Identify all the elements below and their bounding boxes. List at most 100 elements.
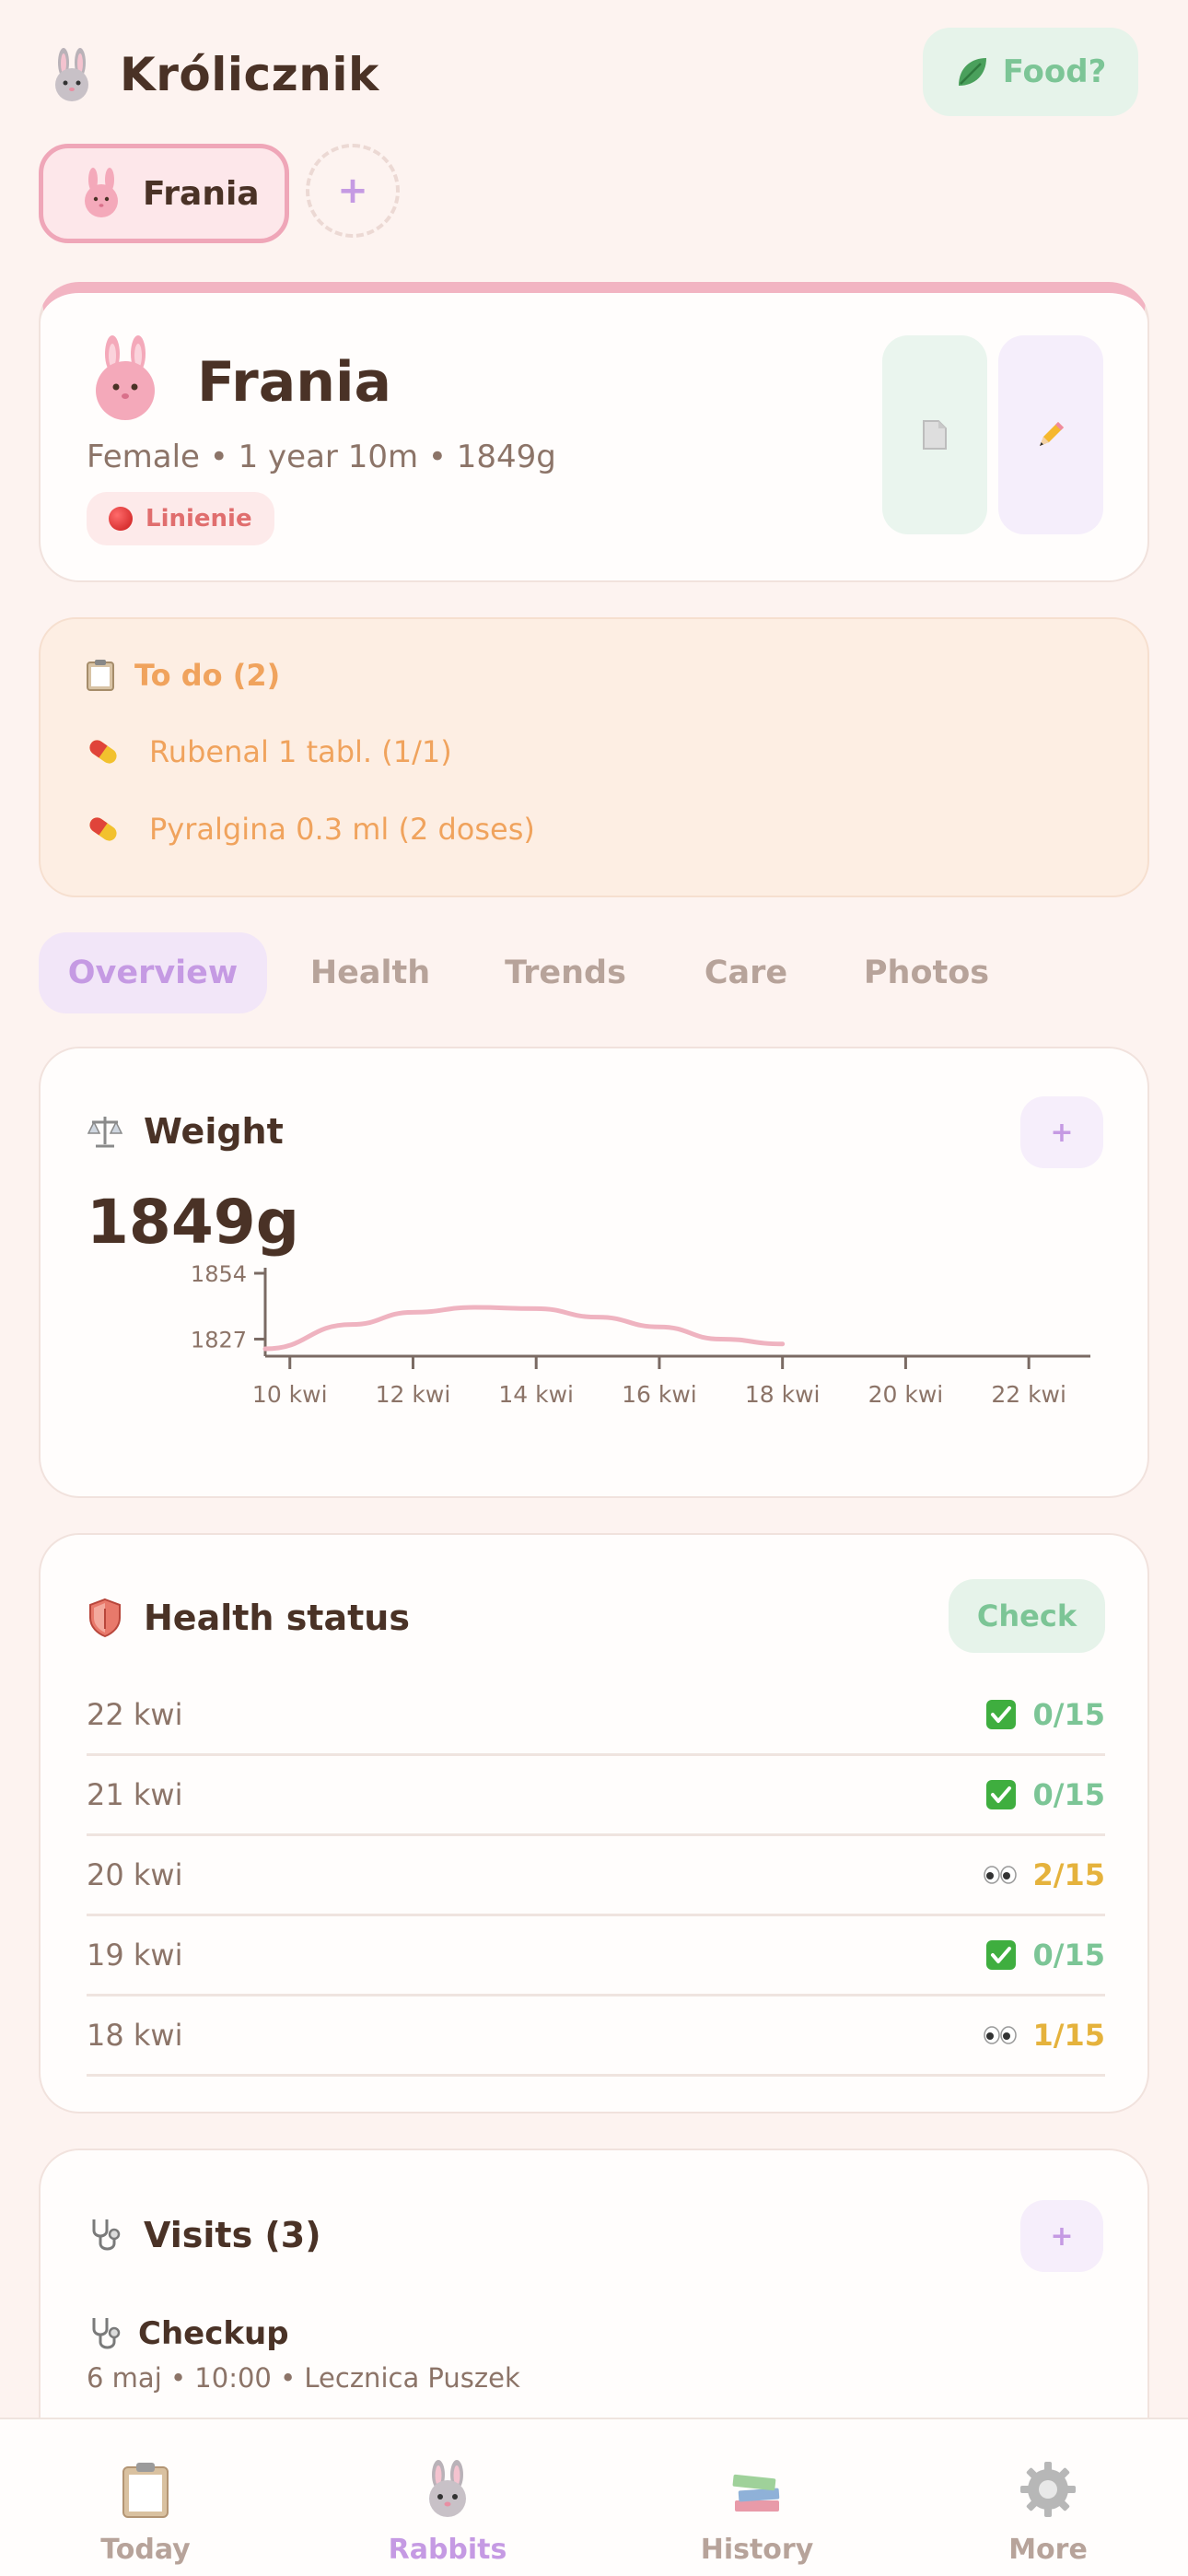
eyes-icon: [983, 1865, 1017, 1884]
weight-chart: 1827 1854 10 kwi 12 kwi 14 kwi 16 kwi 18 kwi 20…: [191, 1261, 1090, 1408]
checkbox-icon: [985, 1939, 1016, 1970]
nav-history[interactable]: History: [665, 2460, 849, 2566]
health-score-value: 1/15: [1032, 2017, 1105, 2053]
rabbit-meta: Female • 1 year 10m • 1849g: [87, 439, 556, 475]
check-button[interactable]: Check: [949, 1579, 1105, 1653]
add-visit-button[interactable]: +: [1020, 2200, 1103, 2272]
tab-care[interactable]: Care: [681, 932, 810, 1013]
nav-rabbits[interactable]: Rabbits: [355, 2460, 540, 2566]
stethoscope-icon: [92, 2219, 121, 2251]
bottom-nav: Today Rabbits History More: [0, 2418, 1188, 2576]
pill-icon: [89, 817, 117, 841]
app-title: Królicznik: [120, 48, 379, 101]
todo-header: To do (2): [85, 658, 280, 693]
x-tick-label: 18 kwi: [745, 1381, 821, 1408]
app-screen: Królicznik Food? Frania + Frania Female …: [0, 0, 1188, 2576]
tab-health[interactable]: Health: [297, 932, 444, 1013]
x-tick-label: 12 kwi: [376, 1381, 451, 1408]
document-icon: [923, 420, 947, 450]
y-tick-label: 1827: [191, 1327, 247, 1352]
health-row-date: 20 kwi: [87, 1856, 183, 1892]
health-card: Health status Check 22 kwi 0/15 21 kwi 0/15…: [39, 1533, 1149, 2113]
books-icon: [732, 2474, 780, 2512]
x-tick-label: 22 kwi: [991, 1381, 1066, 1408]
health-row[interactable]: 20 kwi 2/15: [87, 1835, 1105, 1916]
checkbox-icon: [985, 1699, 1016, 1729]
rabbit-icon: [85, 168, 118, 217]
health-row[interactable]: 18 kwi 1/15: [87, 1996, 1105, 2077]
visit-title-label: Checkup: [138, 2315, 289, 2352]
todo-item[interactable]: Pyralgina 0.3 ml (2 doses): [85, 811, 535, 848]
pill-icon: [89, 740, 117, 764]
rabbit-icon: [96, 335, 155, 420]
clipboard-icon: [122, 2463, 169, 2518]
health-row-date: 19 kwi: [87, 1937, 183, 1973]
visits-header: Visits (3): [87, 2215, 321, 2255]
health-row-score: 0/15: [985, 1777, 1105, 1812]
rabbit-chip-label: Frania: [143, 174, 260, 213]
health-row-date: 18 kwi: [87, 2017, 183, 2053]
x-tick-label: 14 kwi: [498, 1381, 574, 1408]
health-row-score: 0/15: [985, 1938, 1105, 1973]
tab-photos[interactable]: Photos: [853, 932, 1000, 1013]
health-row-score: 1/15: [983, 2017, 1105, 2053]
food-button[interactable]: Food?: [923, 28, 1138, 116]
red-circle-icon: [109, 507, 133, 531]
health-header: Health status: [87, 1598, 410, 1638]
visits-title: Visits (3): [144, 2215, 321, 2255]
health-score-value: 0/15: [1032, 1776, 1105, 1812]
rabbit-chip-frania[interactable]: Frania: [39, 144, 289, 243]
todo-item-label: Pyralgina 0.3 ml (2 doses): [149, 812, 535, 847]
todo-card: To do (2) Rubenal 1 tabl. (1/1) Pyralgin…: [39, 617, 1149, 897]
shield-icon: [89, 1598, 121, 1638]
clipboard-icon: [87, 660, 114, 691]
health-score-value: 0/15: [1032, 1696, 1105, 1732]
nav-history-label: History: [700, 2534, 814, 2566]
add-rabbit-button[interactable]: +: [306, 144, 400, 238]
eyes-icon: [983, 2025, 1017, 2044]
status-badge-label: Linienie: [146, 505, 252, 533]
weight-series-line: [262, 1305, 786, 1352]
x-tick-label: 16 kwi: [622, 1381, 697, 1408]
health-score-value: 0/15: [1032, 1937, 1105, 1973]
status-badge[interactable]: Linienie: [87, 492, 274, 545]
profile-card: Frania Female • 1 year 10m • 1849g Linie…: [39, 282, 1149, 582]
nav-today-label: Today: [100, 2534, 191, 2566]
tab-trends[interactable]: Trends: [492, 932, 639, 1013]
checkbox-icon: [985, 1779, 1016, 1809]
rabbit-name: Frania: [197, 350, 391, 415]
health-score-value: 2/15: [1032, 1856, 1105, 1892]
visit-item-meta: 6 maj • 10:00 • Lecznica Puszek: [87, 2362, 520, 2394]
x-tick-label: 10 kwi: [252, 1381, 328, 1408]
todo-item[interactable]: Rubenal 1 tabl. (1/1): [85, 733, 452, 770]
document-button[interactable]: [882, 335, 987, 534]
health-title: Health status: [144, 1598, 410, 1638]
pencil-icon: [1040, 422, 1064, 446]
health-row-score: 2/15: [983, 1856, 1105, 1892]
health-row[interactable]: 22 kwi 0/15: [87, 1675, 1105, 1756]
tab-overview[interactable]: Overview: [39, 932, 267, 1013]
nav-more[interactable]: More: [956, 2460, 1140, 2566]
rabbit-icon: [429, 2460, 466, 2517]
stethoscope-icon: [92, 2318, 121, 2349]
edit-button[interactable]: [998, 335, 1103, 534]
nav-more-label: More: [1008, 2534, 1088, 2566]
y-tick-label: 1854: [191, 1261, 247, 1287]
weight-card: Weight + 1849g 1827 1854 10 kwi 12 kwi 14 kw…: [39, 1047, 1149, 1498]
todo-item-label: Rubenal 1 tabl. (1/1): [149, 734, 452, 769]
health-row-date: 21 kwi: [87, 1776, 183, 1812]
visit-item-title[interactable]: Checkup: [87, 2314, 289, 2353]
todo-title: To do (2): [134, 658, 281, 693]
health-row[interactable]: 21 kwi 0/15: [87, 1755, 1105, 1836]
nav-rabbits-label: Rabbits: [388, 2534, 507, 2566]
nav-today[interactable]: Today: [53, 2460, 238, 2566]
leaf-icon: [958, 58, 986, 86]
app-header: Królicznik Food?: [0, 0, 1188, 138]
x-tick-label: 20 kwi: [868, 1381, 944, 1408]
health-row-date: 22 kwi: [87, 1696, 183, 1732]
gear-icon: [1020, 2462, 1076, 2517]
rabbit-icon: [55, 48, 88, 101]
health-row[interactable]: 19 kwi 0/15: [87, 1915, 1105, 1996]
health-row-score: 0/15: [985, 1697, 1105, 1732]
food-button-label: Food?: [1002, 53, 1107, 90]
